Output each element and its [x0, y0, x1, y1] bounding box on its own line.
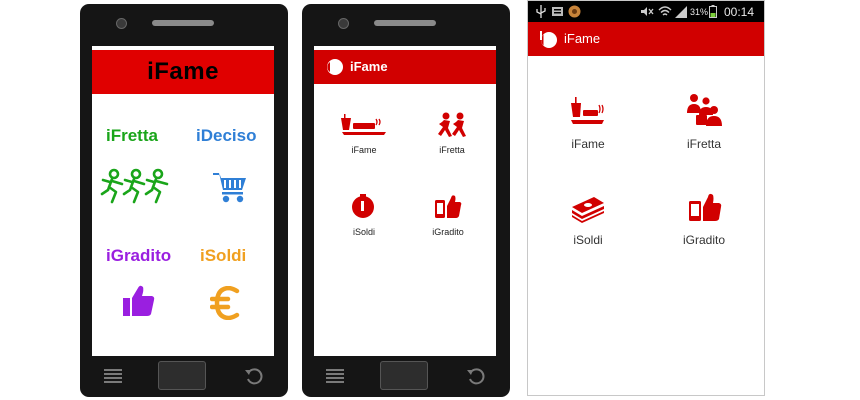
app-logo-icon: [327, 59, 343, 75]
action-bar: iFame: [528, 22, 764, 56]
front-camera: [116, 18, 127, 29]
front-camera: [338, 18, 349, 29]
tile-label-igradito[interactable]: iGradito: [664, 233, 744, 247]
piggy-bank-icon[interactable]: [350, 194, 376, 220]
money-stack-icon[interactable]: [570, 195, 606, 223]
back-arrow-icon[interactable]: [244, 366, 264, 386]
people-group-icon[interactable]: [686, 93, 722, 127]
euro-icon[interactable]: [210, 286, 242, 320]
home-button[interactable]: [380, 361, 428, 390]
hardware-menu-icon[interactable]: [326, 368, 344, 384]
mute-icon: [641, 7, 654, 16]
battery-percent: 31%: [690, 7, 709, 17]
home-button[interactable]: [158, 361, 206, 390]
phone-thumbs-up-icon[interactable]: [434, 192, 462, 220]
status-bar: 31% 00:14: [528, 1, 764, 22]
food-tray-icon[interactable]: [570, 97, 606, 127]
app-title: iFame: [92, 50, 274, 94]
signal-icon: [675, 6, 687, 18]
earpiece-speaker: [152, 20, 214, 26]
clock-time: 00:14: [724, 5, 755, 19]
tile-label-isoldi[interactable]: iSoldi: [326, 227, 402, 237]
phone-thumbs-up-icon[interactable]: [688, 191, 722, 223]
menu-label-ifretta[interactable]: iFretta: [106, 126, 158, 146]
tile-label-igradito[interactable]: iGradito: [410, 227, 486, 237]
running-people-icon[interactable]: [436, 112, 470, 138]
running-people-icon[interactable]: [100, 168, 172, 204]
tile-label-ifretta[interactable]: iFretta: [414, 145, 490, 155]
tile-label-isoldi[interactable]: iSoldi: [548, 233, 628, 247]
action-bar: iFame: [314, 50, 496, 84]
earpiece-speaker: [374, 20, 436, 26]
battery-charging-icon: [709, 5, 717, 18]
usb-icon: [536, 5, 546, 18]
menu-label-ideciso[interactable]: iDeciso: [196, 126, 256, 146]
phone-screen: iFame iFretta iDeciso iGradito iSoldi: [92, 46, 274, 356]
notification-icon: [552, 7, 563, 16]
device-screenshot: 31% 00:14 iFame iFame iFretta iSoldi iGr…: [527, 0, 765, 396]
wifi-icon: [658, 6, 672, 16]
phone-mockup-classic: iFame iFretta iDeciso iGradito iSoldi: [80, 4, 288, 397]
hardware-menu-icon[interactable]: [104, 368, 122, 384]
food-tray-icon[interactable]: [340, 114, 388, 136]
phone-screen: iFame iFame iFretta iSoldi iGradito: [314, 46, 496, 356]
app-logo-icon[interactable]: [539, 30, 558, 49]
menu-label-igradito[interactable]: iGradito: [106, 246, 171, 266]
app-title: iFame: [350, 59, 388, 74]
shopping-cart-icon[interactable]: [212, 170, 248, 204]
tile-label-ifretta[interactable]: iFretta: [664, 137, 744, 151]
back-arrow-icon[interactable]: [466, 366, 486, 386]
phone-mockup-tiles: iFame iFame iFretta iSoldi iGradito: [302, 4, 510, 397]
menu-label-isoldi[interactable]: iSoldi: [200, 246, 246, 266]
app-notification-icon: [568, 5, 581, 18]
app-title: iFame: [564, 31, 601, 46]
tile-label-ifame[interactable]: iFame: [548, 137, 628, 151]
tile-label-ifame[interactable]: iFame: [326, 145, 402, 155]
thumbs-up-icon[interactable]: [122, 284, 156, 318]
